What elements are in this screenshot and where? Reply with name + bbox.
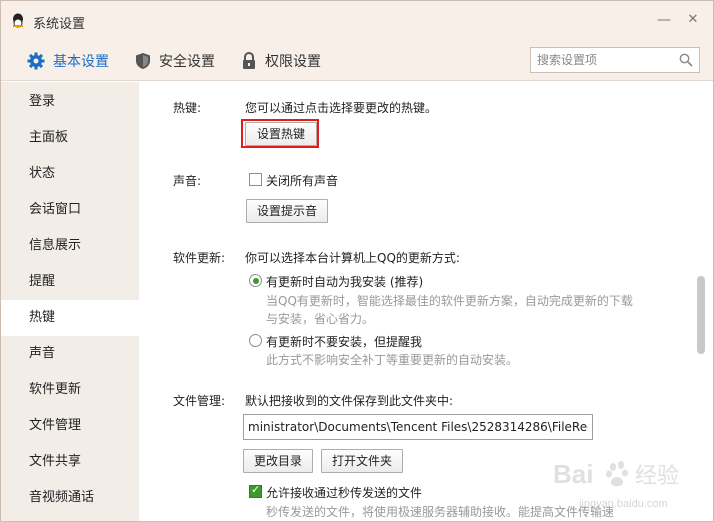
open-folder-button[interactable]: 打开文件夹 <box>321 449 404 473</box>
update-label: 软件更新: <box>173 251 226 265</box>
qq-penguin-icon <box>13 13 23 28</box>
gear-icon <box>27 52 45 70</box>
title-bar: 系统设置 — ✕ <box>1 1 713 41</box>
hotkey-label: 热键: <box>173 101 202 115</box>
file-description: 默认把接收到的文件保存到此文件夹中: <box>245 394 454 408</box>
sound-label: 声音: <box>173 174 202 188</box>
sidebar-item-sound[interactable]: 声音 <box>1 336 139 372</box>
tab-permission-settings[interactable]: 权限设置 <box>241 41 321 81</box>
shield-icon <box>136 53 150 69</box>
tab-security-settings-label: 安全设置 <box>159 54 215 70</box>
update-auto-label: 有更新时自动为我安装 (推荐) <box>266 275 424 289</box>
minimize-button[interactable]: — <box>656 12 672 28</box>
mute-all-checkbox[interactable] <box>249 173 262 186</box>
file-path-field <box>243 414 593 440</box>
sidebar-item-file-management[interactable]: 文件管理 <box>1 408 139 444</box>
tab-basic-settings[interactable]: 基本设置 <box>27 41 109 81</box>
allow-flash-transfer-checkbox[interactable] <box>249 483 262 498</box>
sidebar-item-av-call[interactable]: 音视频通话 <box>1 480 139 516</box>
sidebar-item-main-panel[interactable]: 主面板 <box>1 120 139 156</box>
update-manual-hint: 此方式不影响安全补丁等重要更新的自动安装。 <box>266 353 519 367</box>
window-title: 系统设置 <box>33 17 86 32</box>
tab-security-settings[interactable]: 安全设置 <box>135 41 215 81</box>
file-path-input[interactable] <box>244 415 592 439</box>
lock-icon <box>243 52 255 69</box>
update-description: 你可以选择本台计算机上QQ的更新方式: <box>245 251 460 265</box>
tab-permission-settings-label: 权限设置 <box>265 54 321 70</box>
sidebar-item-software-update[interactable]: 软件更新 <box>1 372 139 408</box>
search-input[interactable] <box>537 51 672 69</box>
search-icon[interactable] <box>679 53 693 67</box>
update-manual-radio[interactable] <box>249 334 262 347</box>
search-box <box>530 47 700 73</box>
change-directory-button[interactable]: 更改目录 <box>243 449 314 473</box>
settings-content: 热键: 您可以通过点击选择要更改的热键。 设置热键 声音: 关闭所有声音 设置提… <box>139 82 713 521</box>
sidebar: 登录 主面板 状态 会话窗口 信息展示 提醒 热键 声音 软件更新 文件管理 文… <box>1 82 139 521</box>
update-auto-hint-2: 与安装，省心省力。 <box>266 312 375 326</box>
allow-flash-transfer-label: 允许接收通过秒传发送的文件 <box>266 486 423 500</box>
update-auto-radio[interactable] <box>249 274 262 287</box>
sidebar-item-status[interactable]: 状态 <box>1 156 139 192</box>
tab-basic-settings-label: 基本设置 <box>53 54 109 70</box>
sidebar-item-login[interactable]: 登录 <box>1 84 139 120</box>
allow-flash-transfer-hint: 秒传发送的文件，将使用极速服务器辅助接收。能提高文件传输速 <box>266 505 615 519</box>
settings-window: 系统设置 — ✕ 基本设置 安全设置 权限设置 搜索设置项 登录 主面板 状态 … <box>0 0 714 522</box>
sidebar-item-hotkey[interactable]: 热键 <box>1 300 139 336</box>
set-hotkey-button[interactable]: 设置热键 <box>245 122 317 146</box>
update-auto-hint-1: 当QQ有更新时，智能选择最佳的软件更新方案，自动完成更新的下载 <box>266 294 633 308</box>
scrollbar-thumb[interactable] <box>697 276 705 354</box>
sidebar-item-chat-window[interactable]: 会话窗口 <box>1 192 139 228</box>
sidebar-item-file-sharing[interactable]: 文件共享 <box>1 444 139 480</box>
sidebar-item-reminder[interactable]: 提醒 <box>1 264 139 300</box>
update-manual-label: 有更新时不要安装，但提醒我 <box>266 335 423 349</box>
set-notification-sound-button[interactable]: 设置提示音 <box>246 199 329 223</box>
hotkey-description: 您可以通过点击选择要更改的热键。 <box>245 101 438 115</box>
sidebar-item-info-display[interactable]: 信息展示 <box>1 228 139 264</box>
mute-all-label: 关闭所有声音 <box>266 174 339 188</box>
file-label: 文件管理: <box>173 394 226 408</box>
close-button[interactable]: ✕ <box>685 12 701 28</box>
